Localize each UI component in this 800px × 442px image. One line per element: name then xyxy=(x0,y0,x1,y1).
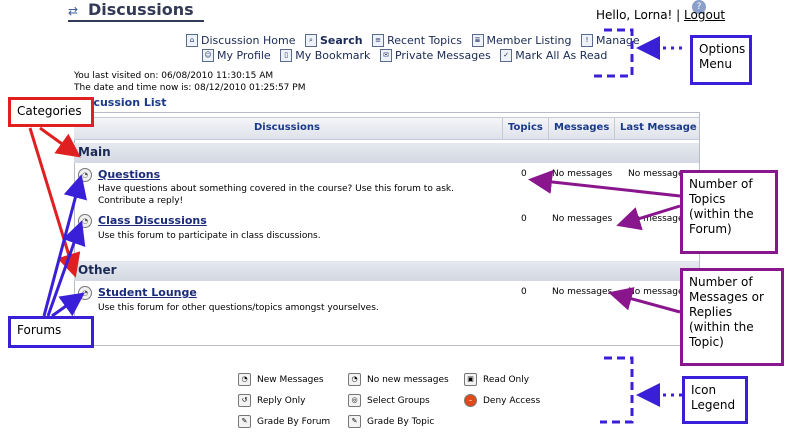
messages-arrow xyxy=(608,287,681,314)
annotation-options-menu: Options Menu xyxy=(690,35,752,85)
forums-arrow-lounge xyxy=(51,292,85,318)
categories-arrow-main xyxy=(39,126,81,158)
forums-arrow-questions xyxy=(42,174,87,317)
options-bracket xyxy=(594,28,634,78)
annotation-categories: Categories xyxy=(8,97,94,127)
topics-arrow-2 xyxy=(616,204,681,231)
annotation-forums: Forums xyxy=(8,316,94,348)
topics-arrow xyxy=(528,170,681,198)
annotation-number-topics: Number of Topics (within the Forum) xyxy=(680,170,778,254)
legend-bracket xyxy=(600,356,634,424)
annotation-icon-legend: Icon Legend xyxy=(682,376,748,424)
annotation-number-messages: Number of Messages or Replies (within th… xyxy=(680,268,784,366)
